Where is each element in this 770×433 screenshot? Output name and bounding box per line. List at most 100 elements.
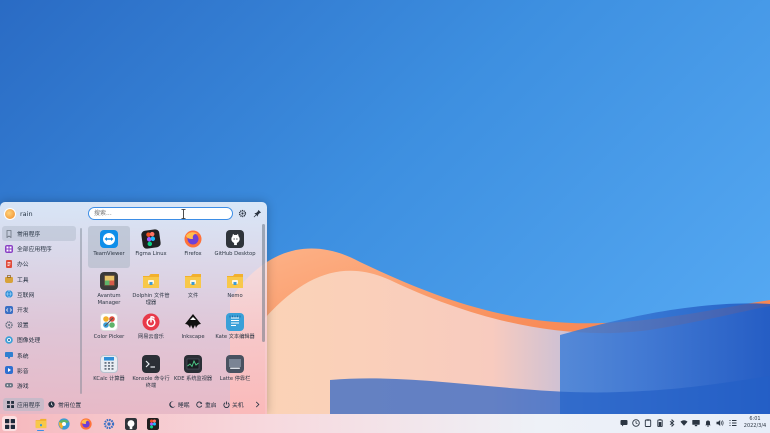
tray-network[interactable] <box>679 418 688 427</box>
terminal-icon <box>142 354 160 373</box>
running-indicator <box>37 429 44 431</box>
app-inkscape[interactable]: Inkscape <box>172 309 214 351</box>
search-input[interactable] <box>88 207 233 220</box>
app-avantum-manager[interactable]: Avantum Manager <box>88 268 130 310</box>
taskbar-browser[interactable] <box>56 416 71 431</box>
browser-icon <box>57 417 70 430</box>
settings-button[interactable] <box>237 208 248 219</box>
application-launcher: rain 常用程序 全部应用程序 办公 工具 <box>0 202 267 414</box>
sidebar-item-office[interactable]: 办公 <box>2 256 76 271</box>
office-icon <box>6 259 12 268</box>
bluetooth-icon <box>669 418 674 427</box>
tray-display[interactable] <box>691 418 700 427</box>
chat-icon <box>620 419 627 426</box>
app-label: Dolphin 文件管理器 <box>132 292 170 306</box>
media-icon <box>5 366 13 375</box>
restart-button[interactable]: 重启 <box>196 398 217 411</box>
clock-circle-icon <box>631 418 640 427</box>
sidebar-item-label: 互联网 <box>17 292 35 299</box>
folder-icon <box>142 272 160 290</box>
tray-battery[interactable] <box>655 418 664 427</box>
taskbar-firefox[interactable] <box>78 416 93 431</box>
sidebar-item-all-apps[interactable]: 全部应用程序 <box>2 241 76 256</box>
sidebar-item-label: 工具 <box>17 277 29 284</box>
app-latte-dock[interactable]: Latte 停靠栏 <box>214 351 256 393</box>
launcher-button[interactable] <box>2 416 17 431</box>
tray-notifications[interactable] <box>703 418 712 427</box>
gear-icon <box>238 209 247 218</box>
chevron-right-icon <box>255 401 260 408</box>
sidebar-item-system[interactable]: 系统 <box>2 348 76 363</box>
app-label: Nemo <box>227 292 243 299</box>
taskbar-settings[interactable] <box>101 416 116 431</box>
battery-icon <box>656 418 663 427</box>
tab-places[interactable]: 常用位置 <box>44 398 85 411</box>
app-label: TeamViewer <box>93 251 125 257</box>
app-konsole[interactable]: Konsole 命令行终端 <box>130 351 172 393</box>
app-kcalc[interactable]: KCalc 计算器 <box>88 351 130 393</box>
avatar[interactable] <box>4 208 16 220</box>
app-label: GitHub Desktop <box>214 251 256 257</box>
sidebar-item-label: 办公 <box>17 262 29 269</box>
tray-overflow-menu[interactable] <box>728 418 737 427</box>
app-figma[interactable]: Figma Linux <box>130 226 172 268</box>
sidebar-item-multimedia[interactable]: 影音 <box>2 363 76 378</box>
latte-dock-icon <box>226 354 244 373</box>
app-label: Color Picker <box>93 334 125 340</box>
sidebar-item-favorites[interactable]: 常用程序 <box>2 226 76 242</box>
sidebar-item-development[interactable]: 开发 <box>2 302 76 317</box>
app-kate[interactable]: Kate 文本编辑器 <box>214 309 256 351</box>
tray-volume[interactable] <box>715 418 724 427</box>
sidebar-item-tools[interactable]: 工具 <box>2 272 76 287</box>
calculator-icon <box>100 354 118 373</box>
code-icon <box>5 305 13 314</box>
folder-icon <box>226 272 244 290</box>
app-grid-scrollbar[interactable] <box>262 224 265 342</box>
app-nemo[interactable]: Nemo <box>214 268 256 310</box>
app-firefox[interactable]: Firefox <box>172 226 214 268</box>
clock-icon <box>48 401 55 408</box>
sidebar-item-label: 系统 <box>17 353 29 360</box>
pin-button[interactable] <box>252 208 263 219</box>
app-github-desktop[interactable]: GitHub Desktop <box>214 226 256 268</box>
sidebar-item-games[interactable]: 游戏 <box>2 378 76 393</box>
app-netease-music[interactable]: 网易云音乐 <box>130 309 172 351</box>
sleep-button[interactable]: 睡眠 <box>169 398 190 411</box>
clock-date: 2022/3/4 <box>743 423 767 429</box>
taskbar-figma[interactable] <box>145 416 160 431</box>
sidebar-item-label: 设置 <box>17 323 29 330</box>
clock[interactable]: 6:01 2022/3/4 <box>742 416 768 430</box>
system-icon <box>5 352 13 359</box>
color-picker-icon <box>100 313 118 331</box>
tray-clipboard-history[interactable] <box>631 418 640 427</box>
sidebar-item-label: 全部应用程序 <box>17 247 52 254</box>
taskbar-file-manager[interactable] <box>33 416 48 431</box>
app-system-monitor[interactable]: KDE 系统监视器 <box>172 351 214 393</box>
app-color-picker[interactable]: Color Picker <box>88 309 130 351</box>
sidebar-item-label: 影音 <box>17 368 29 375</box>
sidebar-item-internet[interactable]: 互联网 <box>2 287 76 302</box>
app-teamviewer[interactable]: TeamViewer <box>88 226 130 268</box>
taskbar-github-desktop[interactable] <box>123 416 138 431</box>
app-files[interactable]: 文件 <box>172 268 214 310</box>
tray-clipboard[interactable] <box>643 418 652 427</box>
sidebar-item-graphics[interactable]: 图像处理 <box>2 332 76 347</box>
sleep-label: 睡眠 <box>178 403 190 409</box>
app-label: Avantum Manager <box>97 292 121 306</box>
app-label: Inkscape <box>181 334 205 340</box>
shutdown-label: 关机 <box>232 403 244 409</box>
sidebar-item-label: 常用程序 <box>17 232 41 239</box>
sidebar-item-label: 图像处理 <box>17 338 41 345</box>
more-power-options-button[interactable] <box>255 398 260 411</box>
apps-grid-icon <box>7 401 14 408</box>
tray-bluetooth[interactable] <box>667 418 676 427</box>
avantum-icon <box>100 271 118 290</box>
file-manager-icon <box>35 418 46 429</box>
tray-chat[interactable] <box>619 418 628 427</box>
app-dolphin[interactable]: Dolphin 文件管理器 <box>130 268 172 310</box>
shutdown-button[interactable]: 关机 <box>223 398 244 411</box>
user-info[interactable]: rain <box>4 208 33 220</box>
clock-time: 6:01 <box>749 416 761 422</box>
tab-applications[interactable]: 应用程序 <box>3 398 45 411</box>
sidebar-item-settings[interactable]: 设置 <box>2 317 76 332</box>
